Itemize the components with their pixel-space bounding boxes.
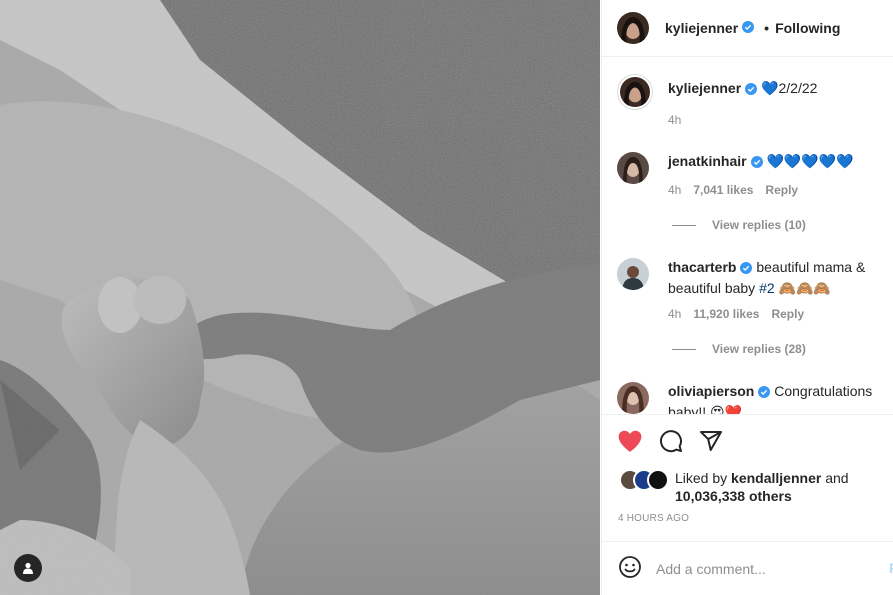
- hashtag-link[interactable]: #2: [759, 280, 775, 296]
- author-avatar[interactable]: [617, 12, 649, 44]
- comment-item: thacarterb beautiful mama & beautiful ba…: [617, 258, 887, 368]
- comment-time: 4h: [668, 307, 682, 321]
- liked-by-middle: and: [821, 470, 849, 486]
- verified-badge-icon: [758, 384, 771, 403]
- verified-badge-icon: [740, 260, 753, 279]
- reply-button[interactable]: Reply: [771, 307, 804, 321]
- comments-list[interactable]: kyliejenner 💙2/2/22 4h jenatkinhair 💙💙💙💙…: [602, 58, 893, 414]
- user-tag-icon[interactable]: [14, 554, 42, 582]
- view-replies-button[interactable]: View replies (28): [672, 342, 806, 356]
- emoji-icon[interactable]: [618, 555, 642, 582]
- comment-likes[interactable]: 11,920 likes: [693, 307, 759, 321]
- add-comment-bar: Add a comment... Post: [602, 541, 893, 595]
- caption-avatar[interactable]: [617, 74, 653, 110]
- post-image[interactable]: [0, 0, 600, 595]
- liker-avatar: [647, 469, 669, 491]
- caption-username[interactable]: kyliejenner: [668, 80, 741, 96]
- post-timestamp[interactable]: 4 HOURS AGO: [618, 513, 689, 524]
- view-replies-label: View replies (28): [712, 342, 806, 356]
- commenter-avatar[interactable]: [617, 382, 649, 414]
- post-actions: Liked by kendalljenner and 10,036,338 ot…: [602, 414, 893, 541]
- following-button[interactable]: Following: [775, 20, 840, 36]
- replies-divider: [672, 224, 696, 226]
- caption-time: 4h: [668, 113, 682, 127]
- commenter-username[interactable]: thacarterb: [668, 259, 736, 275]
- comment-input[interactable]: Add a comment...: [656, 561, 766, 577]
- author-username[interactable]: kyliejenner: [665, 20, 738, 36]
- commenter-username[interactable]: oliviapierson: [668, 383, 754, 399]
- caption-text: 💙2/2/22: [761, 80, 818, 96]
- commenter-username[interactable]: jenatkinhair: [668, 153, 747, 169]
- liked-by-prefix: Liked by: [675, 470, 732, 486]
- likers-avatars[interactable]: [619, 469, 675, 491]
- reply-button[interactable]: Reply: [765, 183, 798, 197]
- comment-item: jenatkinhair 💙💙💙💙💙 4h 7,041 likes Reply Vi…: [617, 152, 887, 242]
- heart-filled-icon[interactable]: [617, 429, 643, 456]
- commenter-avatar[interactable]: [617, 152, 649, 184]
- share-icon[interactable]: [699, 429, 723, 456]
- post-side-panel: kyliejenner • Following kyliejenner 💙2/2…: [601, 0, 893, 595]
- post-comment-button[interactable]: Post: [889, 560, 893, 576]
- comment-text: 💙💙💙💙💙: [766, 153, 854, 169]
- caption: kyliejenner 💙2/2/22 4h: [617, 74, 887, 134]
- view-replies-label: View replies (10): [712, 218, 806, 232]
- comment-time: 4h: [668, 183, 682, 197]
- comment-emoji: 🙈🙈🙈: [774, 280, 831, 296]
- comment-item: oliviapierson Congratulations baby!! 😍❤️: [617, 382, 887, 414]
- commenter-avatar[interactable]: [617, 258, 649, 290]
- separator-dot: •: [764, 20, 770, 36]
- verified-badge-icon: [745, 81, 758, 100]
- likes-count[interactable]: 10,036,338 others: [675, 488, 792, 504]
- liked-by-user[interactable]: kendalljenner: [731, 470, 821, 486]
- replies-divider: [672, 348, 696, 350]
- verified-badge-icon: [742, 20, 755, 36]
- post-header: kyliejenner • Following: [602, 0, 893, 57]
- likes-summary: Liked by kendalljenner and 10,036,338 ot…: [619, 469, 849, 505]
- comment-icon[interactable]: [659, 429, 683, 456]
- comment-likes[interactable]: 7,041 likes: [693, 183, 753, 197]
- view-replies-button[interactable]: View replies (10): [672, 218, 806, 232]
- verified-badge-icon: [750, 154, 763, 173]
